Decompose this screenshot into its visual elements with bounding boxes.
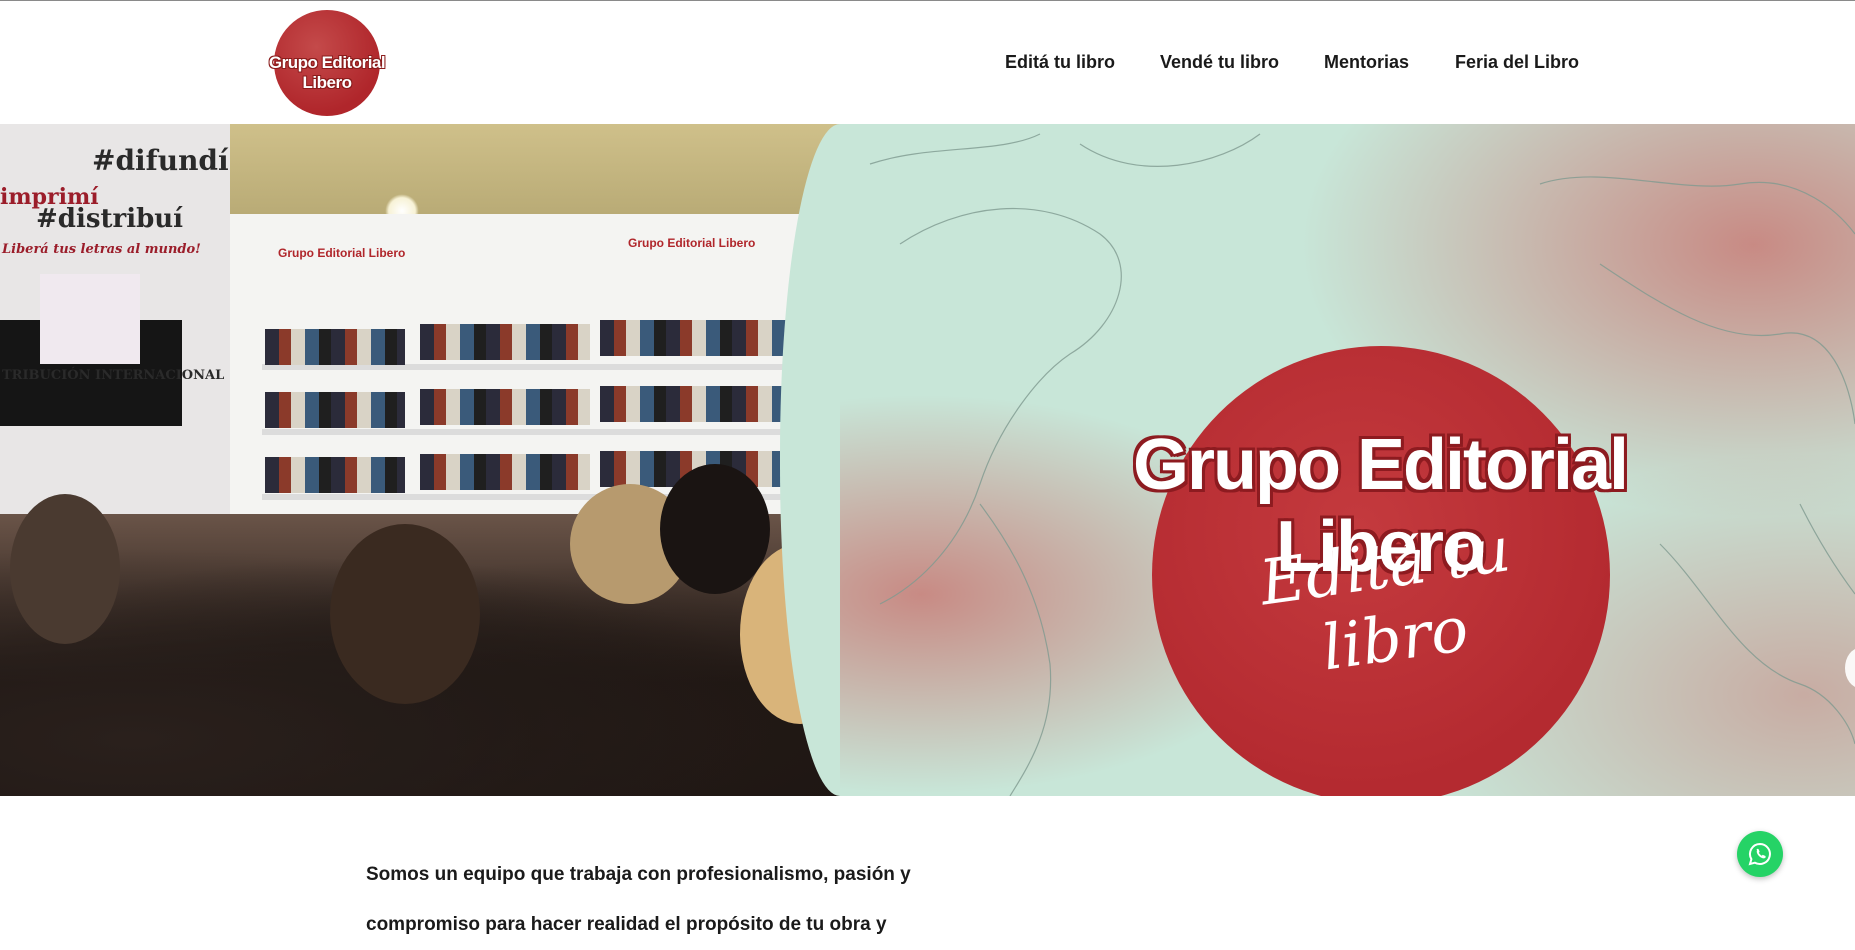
slogan-text: Liberá tus letras al mundo! [2,242,201,257]
hashtag-distribui: #distribuí [36,204,184,234]
tv-content [40,274,140,364]
books-row [600,320,790,356]
nav-vende-tu-libro[interactable]: Vendé tu libro [1160,52,1279,73]
audience-head [330,524,480,704]
intro-line-2: compromiso para hacer realidad el propós… [366,914,887,935]
books-row [420,389,590,425]
booth-label: Grupo Editorial Libero [628,236,756,250]
books-row [600,386,790,422]
distribution-text: TRIBUCIÓN INTERNACIONAL [2,368,225,383]
whatsapp-icon [1748,842,1771,866]
nav-edita-tu-libro[interactable]: Editá tu libro [1005,52,1115,73]
books-row [420,324,590,360]
booth-label: Grupo Editorial Libero [278,246,406,260]
whatsapp-button[interactable] [1737,831,1783,877]
books-row [265,457,405,493]
books-row [265,392,405,428]
hero-slider[interactable]: Grupo Editorial Libero Grupo Editorial L… [0,124,1855,796]
site-header: Grupo Editorial Libero Editá tu libro Ve… [0,1,1855,124]
nav-feria-del-libro[interactable]: Feria del Libro [1455,52,1579,73]
audience-head [10,494,120,644]
logo-text[interactable]: Grupo Editorial Libero [250,53,404,93]
nav-mentorias[interactable]: Mentorias [1324,52,1409,73]
intro-text: Somos un equipo que trabaja con profesio… [366,850,966,950]
intro-line-1: Somos un equipo que trabaja con profesio… [366,864,911,885]
shelf [262,429,822,435]
booth-ceiling [230,124,880,214]
books-row [420,454,590,490]
hashtag-difundi: #difundí [92,144,229,177]
books-row [265,329,405,365]
